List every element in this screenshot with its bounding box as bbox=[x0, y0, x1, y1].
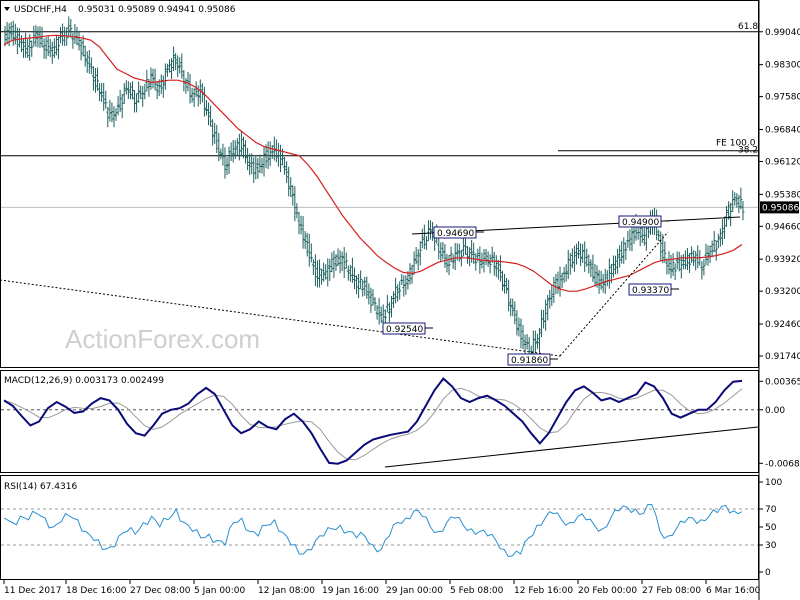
chart-header: USDCHF,H4 0.95031 0.95089 0.94941 0.9508… bbox=[4, 5, 236, 15]
price-tick-label: 0.97580 bbox=[765, 93, 800, 103]
macd-series-layer bbox=[1, 377, 759, 468]
macd-tick-label: -0.006858 bbox=[765, 459, 800, 469]
price-tick-label: 0.95380 bbox=[765, 190, 800, 200]
price-tick-label: 0.91740 bbox=[765, 352, 800, 362]
time-tick-label: 5 Feb 08:00 bbox=[450, 586, 504, 596]
macd-signal-line bbox=[3, 387, 743, 461]
price-tick-label: 0.94660 bbox=[765, 222, 800, 232]
rsi-tick-label: 70 bbox=[765, 505, 777, 515]
annotation-label: 0.92540 bbox=[386, 325, 423, 335]
time-tick-label: 12 Feb 16:00 bbox=[514, 586, 573, 596]
price-tick-label: 0.92460 bbox=[765, 320, 800, 330]
chart-window: ActionForex.com USDCHF,H4 0.95031 0.9508… bbox=[0, 0, 800, 600]
price-tick-label: 0.99040 bbox=[765, 28, 800, 38]
rsi-tick-label: 50 bbox=[765, 523, 777, 533]
price-tick-label: 0.98300 bbox=[765, 61, 800, 71]
macd-title: MACD(12,26,9) 0.003173 0.002499 bbox=[4, 376, 164, 386]
rsi-tick-label: 0 bbox=[765, 568, 771, 578]
time-tick-label: 27 Feb 08:00 bbox=[642, 586, 701, 596]
chart-canvas: ActionForex.com USDCHF,H4 0.95031 0.9508… bbox=[0, 0, 800, 600]
rsi-title: RSI(14) 67.4316 bbox=[4, 482, 77, 492]
price-tick-label: 0.93200 bbox=[765, 287, 800, 297]
time-tick-label: 19 Jan 16:00 bbox=[322, 586, 379, 596]
fib-382-label: 38.2 bbox=[738, 146, 758, 156]
collapse-triangle-icon bbox=[4, 7, 10, 11]
price-tick-label: 0.96840 bbox=[765, 125, 800, 135]
time-tick-label: 5 Jan 00:00 bbox=[194, 586, 246, 596]
rsi-tick-label: 100 bbox=[765, 478, 782, 488]
header-symbol: USDCHF,H4 bbox=[14, 5, 67, 15]
time-tick-label: 11 Dec 2017 bbox=[4, 586, 62, 596]
time-tick-label: 29 Jan 00:00 bbox=[386, 586, 443, 596]
annotation-label: 0.93370 bbox=[632, 286, 669, 296]
rsi-line bbox=[3, 503, 743, 558]
time-tick-label: 18 Dec 16:00 bbox=[66, 586, 127, 596]
annotation-label: 0.91860 bbox=[511, 356, 548, 366]
price-tick-label: 0.96120 bbox=[765, 157, 800, 167]
watermark-text: ActionForex.com bbox=[65, 324, 260, 354]
header-ohlc: 0.95031 0.95089 0.94941 0.95086 bbox=[78, 5, 236, 15]
time-tick-label: 20 Feb 00:00 bbox=[578, 586, 637, 596]
time-tick-label: 12 Jan 08:00 bbox=[258, 586, 315, 596]
annotation-label: 0.94900 bbox=[622, 218, 659, 228]
moving-average-line bbox=[3, 34, 743, 292]
macd-line bbox=[3, 377, 743, 465]
macd-tick-label: 0.00 bbox=[765, 406, 785, 416]
current-price-label: 0.95086 bbox=[762, 203, 799, 213]
price-series-layer: 61.8FE 100.038.20.946900.949000.933700.9… bbox=[0, 16, 758, 366]
axis-labels-layer: 0.99040 0.98300 0.97580 0.96840 0.96120 0.953… bbox=[3, 28, 800, 596]
annotation-label: 0.94690 bbox=[437, 229, 474, 239]
macd-tick-label: 0.00365 bbox=[765, 377, 800, 387]
fib-618-label: 61.8 bbox=[738, 22, 758, 32]
time-tick-label: 6 Mar 16:00 bbox=[706, 586, 761, 596]
rsi-tick-label: 30 bbox=[765, 541, 777, 551]
time-tick-label: 27 Dec 08:00 bbox=[130, 586, 191, 596]
macd-trendline bbox=[384, 426, 759, 468]
price-tick-label: 0.93920 bbox=[765, 255, 800, 265]
rsi-panel-frame bbox=[0, 475, 759, 580]
rsi-series-layer bbox=[1, 503, 758, 558]
